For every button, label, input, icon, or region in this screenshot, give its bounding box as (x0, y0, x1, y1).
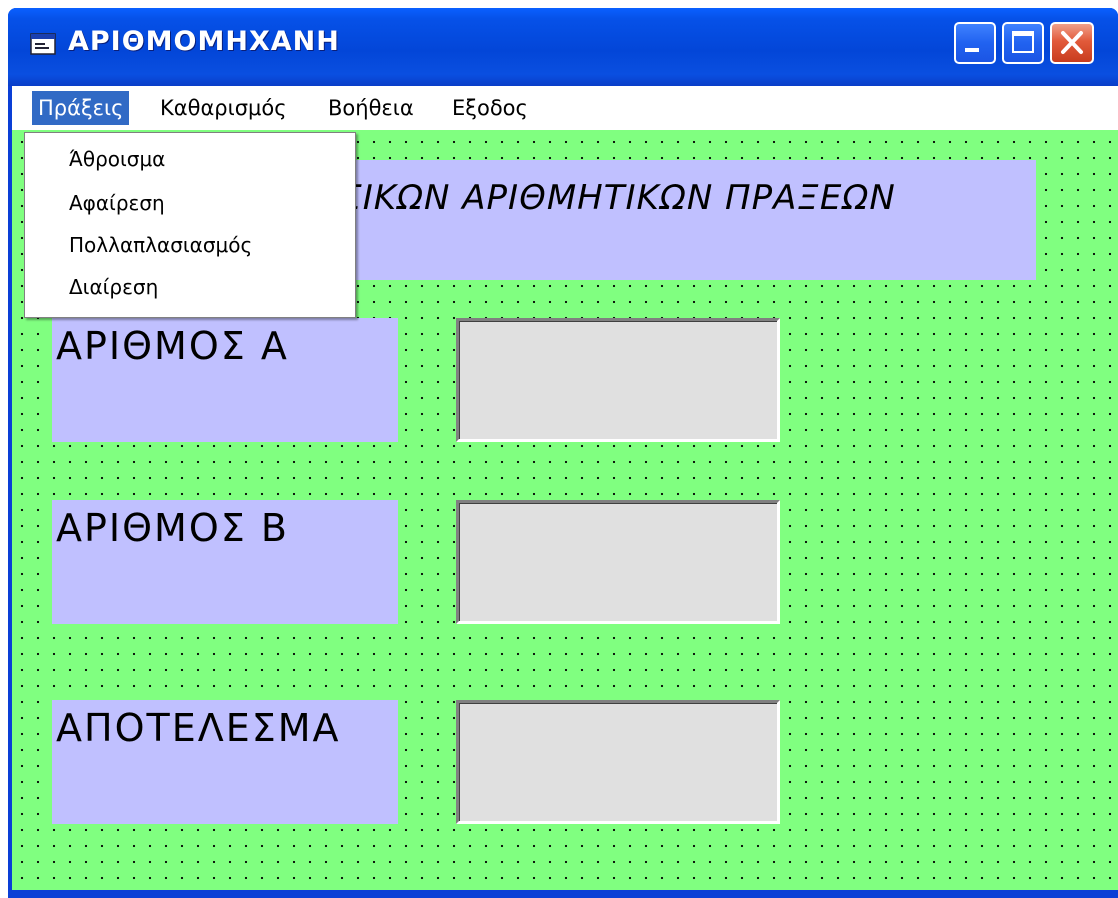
window-title: ΑΡΙΘΜΟΜΗΧΑΝΗ (68, 26, 340, 57)
close-icon (1061, 31, 1083, 54)
menu-katharismos-label: Καθαρισμός (160, 96, 287, 120)
heading-label: ΑΣΙΚΩΝ ΑΡΙΘΜΗΤΙΚΩΝ ΠΡΑΞΕΩΝ (308, 160, 1036, 280)
menu-praxeis-label: Πράξεις (38, 96, 124, 120)
form-icon (30, 33, 56, 55)
number-a-input[interactable] (456, 318, 780, 442)
menu-bar: Πράξεις Καθαρισμός Βοήθεια Εξοδος (12, 86, 1118, 130)
menu-praxeis[interactable]: Πράξεις (32, 91, 130, 125)
dropdown-item-diairesi[interactable]: Διαίρεση (69, 275, 158, 299)
minimize-icon (965, 48, 979, 52)
number-b-label: ΑΡΙΘΜΟΣ Β (52, 500, 398, 624)
maximize-button[interactable] (1002, 22, 1044, 64)
number-b-label-text: ΑΡΙΘΜΟΣ Β (56, 506, 289, 550)
heading-text: ΑΣΙΚΩΝ ΑΡΙΘΜΗΤΙΚΩΝ ΠΡΑΞΕΩΝ (316, 178, 896, 218)
menu-voitheia[interactable]: Βοήθεια (322, 91, 420, 125)
dropdown-item-athroisma[interactable]: Άθροισμα (69, 147, 165, 171)
title-bar[interactable]: ΑΡΙΘΜΟΜΗΧΑΝΗ (8, 8, 1118, 86)
result-label-text: ΑΠΟΤΕΛΕΣΜΑ (56, 706, 341, 750)
minimize-button[interactable] (954, 22, 996, 64)
number-a-label: ΑΡΙΘΜΟΣ Α (52, 318, 398, 442)
praxeis-dropdown-menu: Άθροισμα Αφαίρεση Πολλαπλασιασμός Διαίρε… (24, 132, 356, 318)
menu-exodos[interactable]: Εξοδος (446, 91, 534, 125)
menu-voitheia-label: Βοήθεια (328, 96, 414, 120)
result-output[interactable] (456, 700, 780, 824)
menu-katharismos[interactable]: Καθαρισμός (154, 91, 293, 125)
maximize-icon (1012, 31, 1034, 53)
number-b-input[interactable] (456, 500, 780, 624)
dropdown-item-pollaplasiasmos[interactable]: Πολλαπλασιασμός (69, 233, 252, 257)
dropdown-item-afairesi[interactable]: Αφαίρεση (69, 191, 165, 215)
close-button[interactable] (1050, 22, 1094, 64)
result-label: ΑΠΟΤΕΛΕΣΜΑ (52, 700, 398, 824)
number-a-label-text: ΑΡΙΘΜΟΣ Α (56, 324, 289, 368)
menu-exodos-label: Εξοδος (452, 96, 528, 120)
window-bottom-border (8, 890, 1118, 898)
